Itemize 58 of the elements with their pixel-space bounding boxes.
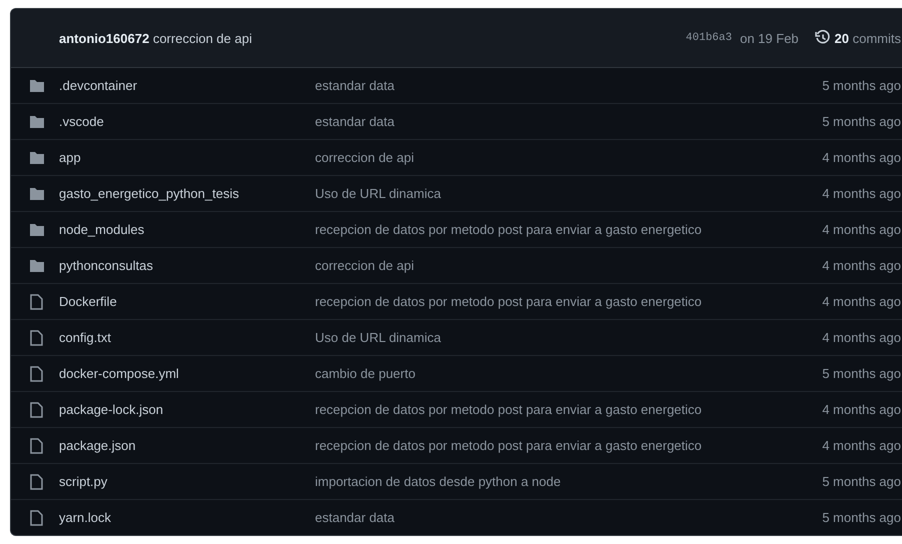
history-icon [814, 30, 831, 46]
commit-age: 4 months ago [822, 150, 901, 165]
folder-icon [29, 150, 45, 164]
commit-message-link[interactable]: cambio de puerto [315, 366, 822, 381]
commit-message-link[interactable]: Uso de URL dinamica [315, 186, 822, 201]
commit-age: 5 months ago [822, 510, 901, 525]
commit-age: 5 months ago [822, 474, 901, 489]
file-icon [29, 402, 43, 418]
file-name-link[interactable]: .vscode [59, 114, 315, 129]
file-icon [29, 330, 43, 346]
file-name-link[interactable]: docker-compose.yml [59, 366, 315, 381]
file-name-link[interactable]: pythonconsultas [59, 258, 315, 273]
commit-age: 4 months ago [822, 402, 901, 417]
commit-age: 5 months ago [822, 366, 901, 381]
commit-message-link[interactable]: Uso de URL dinamica [315, 330, 822, 345]
commit-author[interactable]: antonio160672 [59, 30, 150, 46]
file-name-link[interactable]: node_modules [59, 222, 315, 237]
commit-age: 4 months ago [822, 330, 901, 345]
file-icon [29, 366, 43, 382]
file-icon [29, 438, 43, 454]
file-icon [29, 294, 43, 310]
commit-age: 4 months ago [822, 222, 901, 237]
file-icon [29, 510, 43, 526]
commit-message-link[interactable]: recepcion de datos por metodo post para enviar a gasto energetico [315, 402, 822, 417]
commit-message-link[interactable]: recepcion de datos por metodo post para enviar a gasto energetico [315, 222, 822, 237]
commit-message-link[interactable]: importacion de datos desde python a node [315, 474, 822, 489]
folder-icon [29, 186, 45, 200]
file-name-link[interactable]: yarn.lock [59, 510, 315, 525]
file-name-link[interactable]: package.json [59, 438, 315, 453]
file-name-link[interactable]: Dockerfile [59, 294, 315, 309]
commit-date: on 19 Feb [740, 30, 799, 46]
file-name-link[interactable]: .devcontainer [59, 78, 315, 93]
commit-message-link[interactable]: estandar data [315, 114, 822, 129]
commit-sha[interactable]: 401b6a3 [686, 32, 732, 44]
folder-icon [29, 222, 45, 236]
commit-message-link[interactable]: estandar data [315, 510, 822, 525]
commit-age: 4 months ago [822, 294, 901, 309]
commit-message-link[interactable]: correccion de api [315, 150, 822, 165]
file-name-link[interactable]: package-lock.json [59, 402, 315, 417]
file-name-link[interactable]: script.py [59, 474, 315, 489]
file-name-link[interactable]: gasto_energetico_python_tesis [59, 186, 315, 201]
folder-icon [29, 258, 45, 272]
file-name-link[interactable]: app [59, 150, 315, 165]
commit-message[interactable]: correccion de api [152, 30, 252, 46]
file-name-link[interactable]: config.txt [59, 330, 315, 345]
commit-age: 5 months ago [822, 114, 901, 129]
commit-message-link[interactable]: estandar data [315, 78, 822, 93]
file-icon [29, 474, 43, 490]
folder-icon [29, 114, 45, 128]
folder-icon [29, 78, 45, 92]
commit-message-link[interactable]: correccion de api [315, 258, 822, 273]
commit-age: 4 months ago [822, 258, 901, 273]
commit-age: 4 months ago [822, 186, 901, 201]
commit-age: 4 months ago [822, 438, 901, 453]
commits-link[interactable]: 20 commits [834, 30, 901, 46]
commit-message-link[interactable]: recepcion de datos por metodo post para enviar a gasto energetico [315, 294, 822, 309]
commit-age: 5 months ago [822, 78, 901, 93]
commit-message-link[interactable]: recepcion de datos por metodo post para enviar a gasto energetico [315, 438, 822, 453]
